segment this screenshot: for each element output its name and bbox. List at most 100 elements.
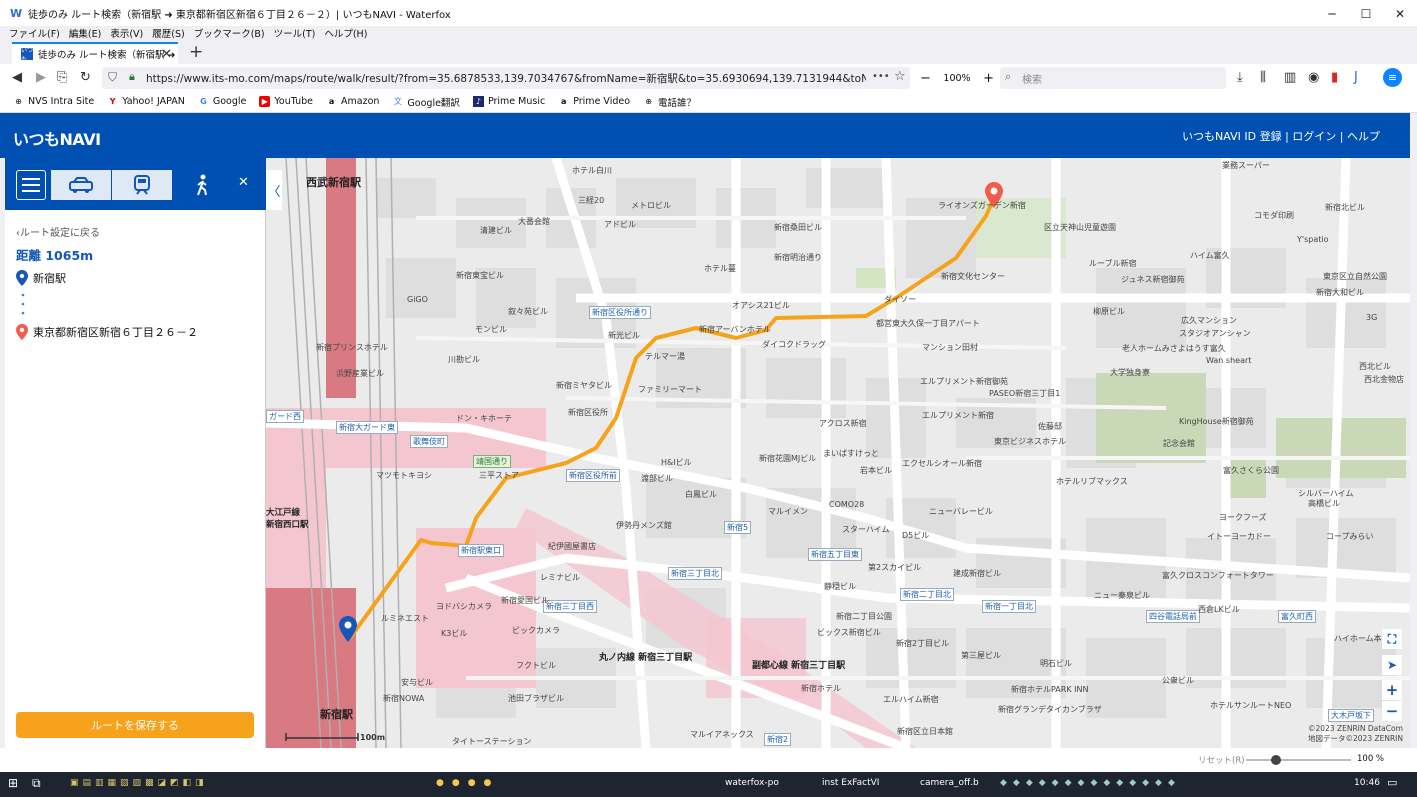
bookmark-nvs[interactable]: ⊕ NVS Intra Site: [13, 96, 94, 107]
poi-label: マンション田村: [922, 343, 978, 352]
poi-label: 新宿桑田ビル: [774, 223, 822, 232]
url-bar[interactable]: ⛉ 🔒︎ https://www.its-mo.com/maps/route/w…: [102, 67, 910, 89]
clock[interactable]: 10:46: [1354, 778, 1380, 788]
poi-label: 大学独身寮: [1110, 368, 1150, 377]
fullscreen-icon[interactable]: ⛶: [1382, 629, 1402, 649]
train-icon: [134, 175, 150, 195]
lock-icon[interactable]: 🔒︎: [129, 70, 135, 84]
zoom-slider-thumb[interactable]: [1271, 755, 1281, 765]
itsmo-navi-logo[interactable]: いつもNAVI: [13, 126, 101, 150]
menu-file[interactable]: ファイル(F): [9, 26, 60, 40]
reset-zoom-button[interactable]: リセット(R): [1198, 754, 1245, 766]
task-view-icon[interactable]: ⧉: [32, 776, 41, 791]
train-mode-button[interactable]: [112, 170, 172, 200]
zoom-out-icon[interactable]: −: [1382, 701, 1402, 721]
search-bar[interactable]: ⌕ 検索: [1000, 67, 1226, 89]
poi-label: ダイソー: [884, 295, 916, 304]
goal-point[interactable]: 東京都新宿区新宿６丁目２６－２: [16, 324, 198, 340]
bookmark-google-translate[interactable]: 文 Google翻訳: [392, 95, 460, 109]
bookmark-star-icon[interactable]: ☆: [894, 69, 906, 84]
taskbar-item[interactable]: inst ExFactVI: [822, 778, 879, 788]
pinned-apps-icon[interactable]: ▣▤▥▦▧▨▩◪◩◧◨: [70, 778, 208, 788]
extension-j-icon[interactable]: J: [1354, 70, 1358, 85]
google-icon: G: [200, 97, 207, 106]
menu-button[interactable]: [16, 170, 46, 200]
reader-icon[interactable]: ⎘: [57, 70, 67, 85]
notification-icon[interactable]: ▭: [1387, 776, 1397, 789]
bookmark-label: Google翻訳: [407, 97, 460, 109]
menu-help[interactable]: ヘルプ(H): [324, 26, 367, 40]
chart-extension-icon[interactable]: ▮: [1331, 70, 1338, 85]
url-text[interactable]: https://www.its-mo.com/maps/route/walk/r…: [146, 71, 866, 86]
poi-label: エクセルシオール新宿: [902, 459, 982, 468]
poi-label: ヨークフーズ: [1219, 513, 1267, 522]
new-tab-button[interactable]: +: [189, 42, 203, 62]
sidebar-icon[interactable]: ▥: [1284, 70, 1296, 85]
road-label: 新宿五丁目東: [808, 548, 862, 561]
download-icon[interactable]: ⤓: [1237, 70, 1243, 85]
poi-label: 新宿北ビル: [1325, 203, 1365, 212]
menu-bookmarks[interactable]: ブックマーク(B): [194, 26, 265, 40]
zoom-in-button[interactable]: +: [983, 71, 994, 86]
walk-mode-button[interactable]: [173, 170, 231, 200]
current-location-icon[interactable]: ➤: [1382, 655, 1402, 675]
menu-edit[interactable]: 編集(E): [69, 26, 101, 40]
car-icon: [69, 177, 93, 193]
taskbar-item[interactable]: camera_off.b: [920, 778, 979, 788]
map-canvas[interactable]: 西武新宿駅 丸ノ内線 新宿三丁目駅 副都心線 新宿三丁目駅 新宿駅 大江戸線 新…: [266, 158, 1410, 748]
minimize-button[interactable]: ─: [1315, 0, 1349, 27]
poi-label: 川勘ビル: [448, 355, 480, 364]
bookmark-google[interactable]: G Google: [198, 96, 246, 107]
start-point[interactable]: 新宿駅: [16, 270, 66, 286]
menu-history[interactable]: 履歴(S): [152, 26, 184, 40]
poi-label: コモダ印刷: [1254, 211, 1294, 220]
zoom-in-icon[interactable]: +: [1382, 680, 1402, 700]
forward-icon[interactable]: ▶: [36, 70, 46, 85]
road-label: 新宿大ガード東: [336, 421, 398, 434]
bookmark-amazon[interactable]: a Amazon: [326, 96, 380, 107]
account-icon[interactable]: ◉: [1308, 70, 1319, 85]
poi-label: ダイコクドラッグ: [762, 340, 826, 349]
start-map-pin-icon[interactable]: [339, 616, 357, 642]
poi-label: 高橋ビル: [1308, 499, 1340, 508]
zoom-level[interactable]: 100%: [943, 73, 970, 84]
bookmark-yahoo[interactable]: Y Yahoo! JAPAN: [107, 96, 185, 107]
zoom-out-button[interactable]: −: [920, 71, 931, 86]
back-to-route-settings[interactable]: ‹ルート設定に戻る: [16, 224, 100, 239]
poi-label: フクトビル: [516, 661, 556, 670]
system-tray-icon[interactable]: ◆◆◆◆◆◆◆◆◆◆◆◆◆◆: [1000, 778, 1181, 788]
poi-label: 新宿NOWA: [383, 694, 425, 703]
header-links[interactable]: いつもNAVI ID 登録 | ログイン | ヘルプ: [1182, 128, 1380, 144]
menu-view[interactable]: 表示(V): [110, 26, 143, 40]
road-label: 四谷電話局前: [1146, 610, 1200, 623]
collapse-panel-button[interactable]: 〈: [266, 170, 282, 210]
bookmark-prime-video[interactable]: a Prime Video: [558, 96, 630, 107]
taskbar-item[interactable]: waterfox-po: [725, 778, 779, 788]
library-icon[interactable]: ⫼: [1260, 70, 1266, 85]
hamburger-menu-icon[interactable]: ≡: [1383, 68, 1402, 87]
poi-label: ファミリーマート: [638, 385, 702, 394]
car-mode-button[interactable]: [51, 170, 111, 200]
save-route-button[interactable]: ルートを保存する: [16, 712, 254, 738]
poi-label: 新宿ホテルPARK INN: [1011, 685, 1089, 694]
poi-label: ニューバレービル: [929, 507, 993, 516]
maximize-button[interactable]: ☐: [1349, 0, 1383, 27]
windows-start-icon[interactable]: ⊞: [8, 776, 18, 790]
bookmark-prime-music[interactable]: ♪ Prime Music: [472, 96, 545, 107]
poi-label: 第三屋ビル: [961, 651, 1001, 660]
menu-tools[interactable]: ツール(T): [274, 26, 316, 40]
shield-icon[interactable]: ⛉: [108, 70, 117, 85]
poi-label: 渡部ビル: [641, 474, 673, 483]
station-label: 副都心線 新宿三丁目駅: [752, 661, 846, 671]
bookmark-phone-who[interactable]: ⊕ 電話誰？: [643, 95, 696, 109]
zoom-slider[interactable]: [1246, 755, 1351, 765]
bookmark-youtube[interactable]: ▶ YouTube: [259, 96, 313, 107]
tab-close-icon[interactable]: ✕: [161, 47, 172, 62]
back-icon[interactable]: ◀: [12, 70, 22, 85]
page-actions-icon[interactable]: •••: [872, 71, 890, 82]
running-apps-icon[interactable]: ●●●●: [436, 778, 499, 788]
tab-route-search[interactable]: いつも 徒歩のみ ルート検索（新宿駅 ➜ ✕: [12, 42, 178, 64]
reload-icon[interactable]: ↻: [80, 70, 91, 85]
close-window-button[interactable]: ✕: [1383, 0, 1417, 27]
close-sidebar-button[interactable]: ✕: [238, 175, 249, 190]
